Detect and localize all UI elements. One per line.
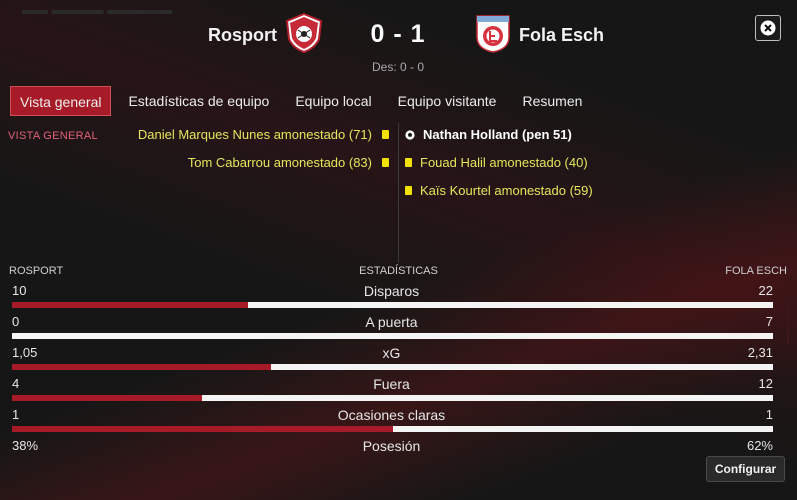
tab-equipo-visitante[interactable]: Equipo visitante: [389, 86, 506, 116]
home-event[interactable]: Daniel Marques Nunes amonestado (71): [138, 127, 389, 142]
stat-away-value: 7: [765, 314, 773, 329]
away-event[interactable]: Nathan Holland (pen 51): [405, 127, 572, 142]
close-icon: [760, 20, 776, 36]
stat-row-xg: 1,05 xG 2,31: [8, 345, 775, 374]
stat-row-fuera: 4 Fuera 12: [8, 376, 775, 405]
events-divider: [398, 123, 399, 263]
stat-name: Disparos: [363, 283, 420, 299]
stat-name: Posesión: [362, 438, 421, 454]
event-text: Kaïs Kourtel amonestado (59): [420, 183, 593, 198]
match-overview-panel: Rosport 0 - 1 Des: 0 - 0 Fola Esch Vista…: [0, 0, 797, 500]
tab-vista-general[interactable]: Vista general: [10, 86, 112, 116]
event-text: Tom Cabarrou amonestado (83): [187, 155, 372, 170]
stat-bar: [12, 395, 773, 401]
configure-button[interactable]: Configurar: [706, 456, 785, 482]
match-score: 0 - 1: [370, 20, 426, 48]
away-event[interactable]: Kaïs Kourtel amonestado (59): [405, 183, 593, 198]
stat-away-value: 1: [765, 407, 773, 422]
stats-away-label: FOLA ESCH: [725, 265, 787, 277]
stats-center-label: ESTADÍSTICAS: [359, 265, 438, 277]
stat-row-disparos: 10 Disparos 22: [8, 283, 775, 312]
stat-away-value: 62%: [746, 438, 773, 453]
tab-equipo-local[interactable]: Equipo local: [286, 86, 380, 116]
away-team-name[interactable]: Fola Esch: [519, 25, 604, 46]
stat-away-value: 22: [758, 283, 773, 298]
stat-row-ocasiones-claras: 1 Ocasiones claras 1: [8, 407, 775, 436]
stat-name: Ocasiones claras: [337, 407, 446, 423]
home-team-name[interactable]: Rosport: [208, 25, 277, 46]
home-event[interactable]: Tom Cabarrou amonestado (83): [188, 155, 389, 170]
stat-bar: [12, 426, 773, 432]
stat-name: Fuera: [373, 376, 410, 392]
tab-bar: Vista general Estadísticas de equipo Equ…: [10, 86, 599, 116]
yellow-card-icon: [405, 186, 412, 195]
fola-esch-crest-icon[interactable]: [474, 13, 512, 53]
halftime-score: Des: 0 - 0: [371, 60, 425, 74]
stat-row-posesion: 38% Posesión 62%: [8, 438, 775, 467]
event-text: Fouad Halil amonestado (40): [420, 155, 588, 170]
scrollbar[interactable]: [787, 262, 789, 344]
stat-bar-home-fill: [12, 364, 271, 370]
event-text: Daniel Marques Nunes amonestado (71): [137, 127, 372, 142]
stat-bar: [12, 302, 773, 308]
tab-resumen[interactable]: Resumen: [513, 86, 591, 116]
yellow-card-icon: [382, 158, 389, 167]
stat-bar: [12, 333, 773, 339]
section-label: VISTA GENERAL: [8, 130, 98, 142]
yellow-card-icon: [382, 130, 389, 139]
stat-bar: [12, 364, 773, 370]
away-event[interactable]: Fouad Halil amonestado (40): [405, 155, 588, 170]
stat-away-value: 2,31: [747, 345, 773, 360]
stat-bar-home-fill: [12, 302, 248, 308]
tab-estadisticas-de-equipo[interactable]: Estadísticas de equipo: [119, 86, 278, 116]
stat-bar-home-fill: [12, 395, 203, 401]
stat-away-value: 12: [758, 376, 773, 391]
event-text: Nathan Holland (pen 51): [423, 127, 572, 142]
stat-name: xG: [382, 345, 401, 361]
stat-bar-home-fill: [12, 426, 393, 432]
stat-row-a-puerta: 0 A puerta 7: [8, 314, 775, 343]
rosport-crest-icon[interactable]: [285, 13, 323, 53]
ball-icon: [405, 129, 415, 140]
yellow-card-icon: [405, 158, 412, 167]
stat-name: A puerta: [365, 314, 418, 330]
close-button[interactable]: [755, 15, 781, 41]
